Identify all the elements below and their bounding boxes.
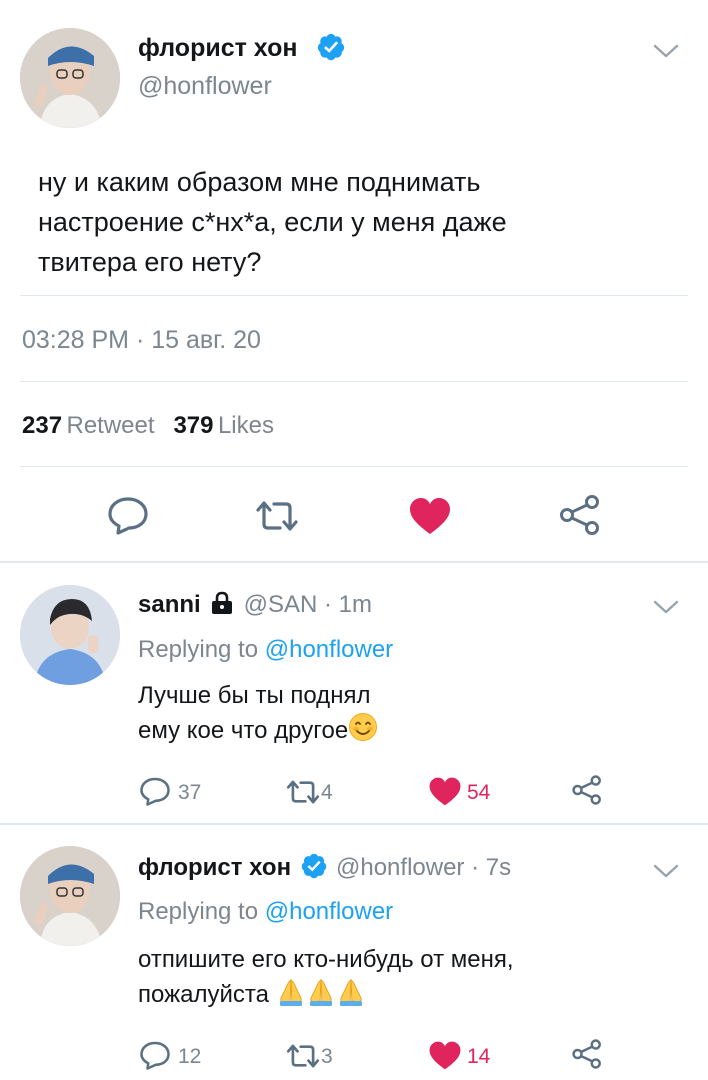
display-name[interactable]: флорист хон (138, 854, 291, 881)
handle[interactable]: @honflower (138, 72, 272, 101)
reply-header: sanni @SAN · 1m (138, 590, 372, 619)
retweet-count: 3 (321, 1045, 333, 1068)
display-name[interactable]: флорист хон (138, 34, 297, 63)
tweet-stats: 237 Retweet 379 Likes (22, 412, 274, 440)
reply-icon[interactable] (138, 776, 172, 806)
verified-badge-icon (301, 853, 326, 879)
reply-text: отпишите его кто-нибудь от меня, пожалуй… (138, 946, 514, 1008)
chevron-down-icon[interactable] (652, 862, 680, 880)
reply-icon[interactable] (138, 1040, 172, 1070)
handle-time[interactable]: @SAN · 1m (244, 591, 372, 618)
reply-count: 12 (178, 1045, 202, 1068)
reply-text: Лучше бы ты поднял ему кое что другое (138, 680, 378, 747)
divider (20, 295, 688, 296)
share-icon[interactable] (571, 1038, 603, 1070)
handle-time[interactable]: @honflower · 7s (336, 854, 511, 881)
tweet-text: ну и каким образом мне поднимать настрое… (38, 167, 507, 277)
like-icon[interactable] (428, 776, 462, 807)
like-icon[interactable] (408, 496, 452, 536)
likes-label[interactable]: Likes (218, 412, 274, 439)
like-icon[interactable] (428, 1040, 462, 1071)
divider (0, 823, 708, 825)
avatar[interactable] (20, 28, 120, 128)
reply-icon[interactable] (106, 495, 150, 535)
verified-badge-icon (317, 33, 345, 61)
avatar[interactable] (20, 846, 120, 946)
retweet-label[interactable]: Retweet (67, 412, 155, 439)
likes-count[interactable]: 379 (173, 412, 213, 439)
tweet-timestamp[interactable]: 03:28 PM · 15 авг. 20 (22, 326, 261, 355)
lock-icon (212, 591, 233, 614)
folded-hands-emoji (279, 979, 302, 1006)
retweet-count: 4 (321, 781, 333, 804)
retweet-icon[interactable] (254, 498, 300, 534)
retweet-icon[interactable] (285, 778, 321, 806)
chevron-down-icon[interactable] (652, 42, 680, 60)
divider (20, 381, 688, 382)
display-name[interactable]: sanni (138, 591, 201, 618)
share-icon[interactable] (571, 774, 603, 806)
like-count: 54 (467, 781, 491, 804)
chevron-down-icon[interactable] (652, 598, 680, 616)
folded-hands-emoji (339, 979, 362, 1006)
divider (20, 466, 688, 467)
retweet-count[interactable]: 237 (22, 412, 62, 439)
like-count: 14 (467, 1045, 491, 1068)
retweet-icon[interactable] (285, 1042, 321, 1070)
mention-link[interactable]: @honflower (265, 898, 393, 925)
replying-to: Replying to @honflower (138, 636, 394, 663)
reply-count: 37 (178, 781, 202, 804)
replying-to: Replying to @honflower (138, 898, 394, 925)
folded-hands-emoji (309, 979, 332, 1006)
smiling-face-emoji (349, 713, 378, 741)
avatar[interactable] (20, 585, 120, 685)
share-icon[interactable] (558, 494, 602, 536)
divider (0, 561, 708, 563)
reply-header: флорист хон @honflower · 7s (138, 852, 511, 882)
mention-link[interactable]: @honflower (265, 636, 393, 663)
